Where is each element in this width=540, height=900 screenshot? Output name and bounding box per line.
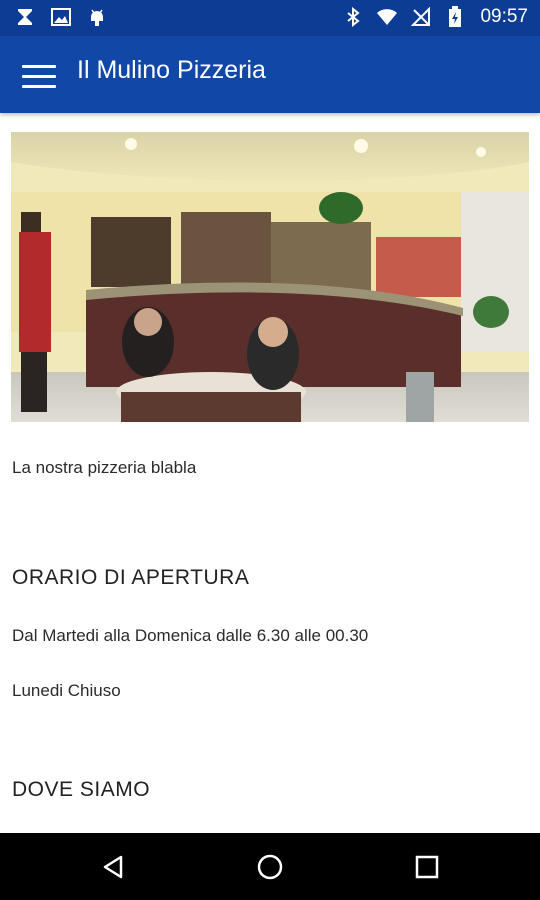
pizzeria-photo [11,132,529,422]
bluetooth-icon [342,6,364,28]
opening-hours-heading: ORARIO DI APERTURA [12,566,250,589]
no-sim-icon [410,6,432,28]
location-heading: DOVE SIAMO [12,778,151,801]
app-title: Il Mulino Pizzeria [77,56,266,84]
opening-hours-closed: Lunedi Chiuso [12,681,121,700]
navigation-bar [0,833,540,900]
back-icon[interactable] [83,845,143,889]
app-bar: Il Mulino Pizzeria [0,36,540,113]
status-time: 09:57 [480,6,528,27]
status-bar: 09:57 [0,0,540,36]
opening-hours-days: Dal Martedi alla Domenica dalle 6.30 all… [12,626,369,645]
wifi-icon [376,6,398,28]
recents-icon[interactable] [397,845,457,889]
hamburger-menu-icon[interactable] [14,54,66,98]
pizzeria-description: La nostra pizzeria blabla [12,458,197,477]
hourglass-icon [14,6,36,28]
image-icon [50,6,72,28]
main-content: La nostra pizzeria blabla ORARIO DI APER… [0,113,540,833]
battery-charging-icon [444,6,466,28]
android-debug-icon [86,6,108,28]
home-icon[interactable] [240,845,300,889]
